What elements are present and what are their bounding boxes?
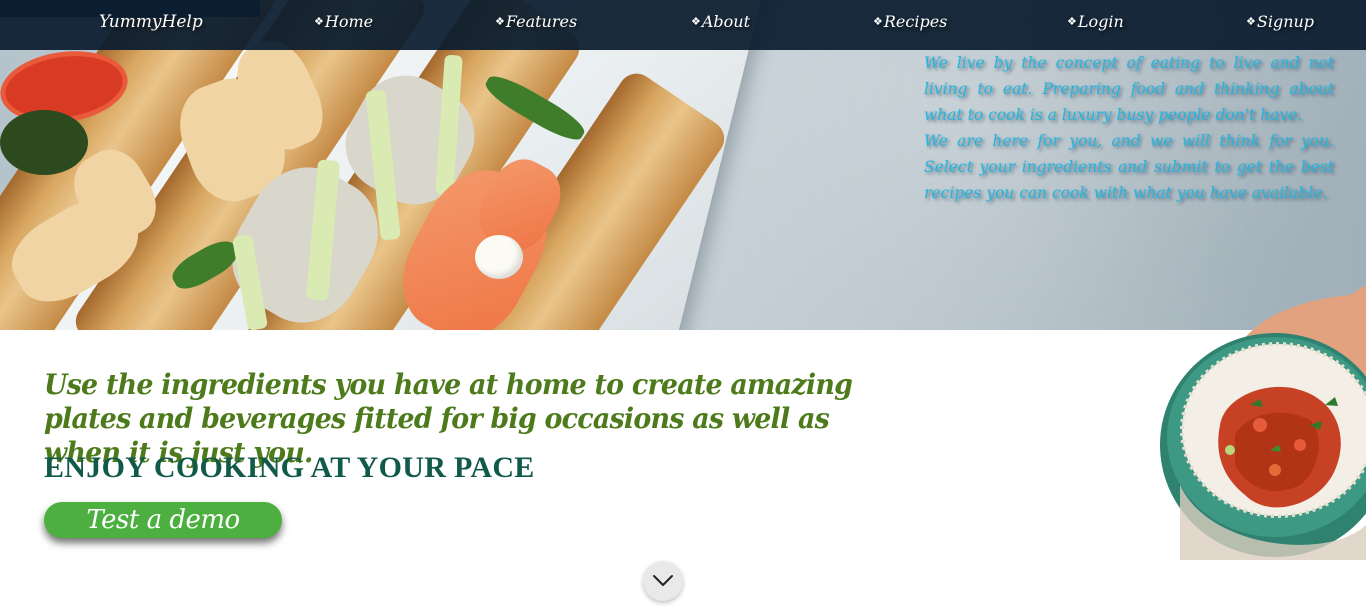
nav-features[interactable]: ❖Features (495, 12, 577, 36)
diamond-bullet-icon: ❖ (691, 15, 701, 28)
nav-label: Features (505, 12, 578, 31)
nav-label: Signup (1256, 12, 1315, 31)
nav-recipes[interactable]: ❖Recipes (873, 12, 947, 36)
hero-paragraph: We live by the concept of eating to live… (924, 54, 1334, 124)
diamond-bullet-icon: ❖ (1246, 15, 1256, 28)
page-headline: ENJOY COOKING AT YOUR PACE (44, 451, 535, 484)
diamond-bullet-icon: ❖ (495, 15, 505, 28)
chevron-down-icon (653, 575, 673, 586)
diamond-bullet-icon: ❖ (314, 15, 324, 28)
top-navbar: YummyHelp ❖Home ❖Features ❖About ❖Recipe… (0, 0, 1366, 50)
hero-description: We live by the concept of eating to live… (924, 50, 1334, 206)
nav-login[interactable]: ❖Login (1067, 12, 1124, 36)
nav-label: Recipes (883, 12, 948, 31)
pesto-image (0, 110, 88, 175)
rice-bowl-image (1150, 285, 1366, 565)
test-demo-button[interactable]: Test a demo (44, 502, 282, 538)
cream-cheese-image (475, 235, 523, 279)
nav-about[interactable]: ❖About (691, 12, 750, 36)
nav-label: About (701, 12, 751, 31)
brand-logo[interactable]: YummyHelp (99, 12, 203, 36)
nav-label: Login (1077, 12, 1124, 31)
nav-home[interactable]: ❖Home (314, 12, 373, 36)
nav-signup[interactable]: ❖Signup (1246, 12, 1314, 36)
scroll-down-button[interactable] (643, 561, 683, 601)
diamond-bullet-icon: ❖ (1067, 15, 1077, 28)
diamond-bullet-icon: ❖ (873, 15, 883, 28)
nav-label: Home (324, 12, 374, 31)
hero-paragraph: We are here for you, and we will think f… (924, 132, 1334, 202)
